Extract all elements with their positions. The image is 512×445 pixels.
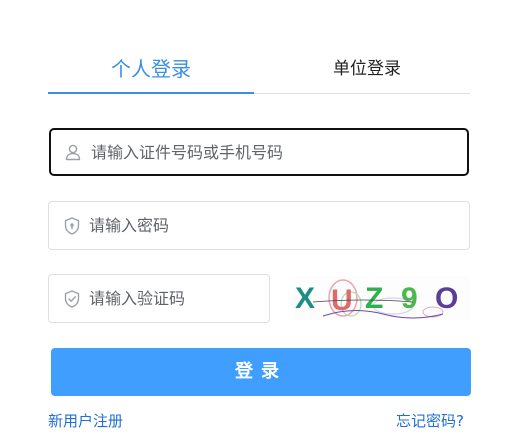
svg-text:9: 9 xyxy=(401,282,418,315)
login-tabs: 个人登录 单位登录 xyxy=(48,52,470,94)
svg-text:Z: Z xyxy=(365,282,383,315)
svg-text:X: X xyxy=(295,282,315,315)
password-input[interactable] xyxy=(89,202,461,249)
shield-lock-icon xyxy=(64,216,80,235)
account-field xyxy=(49,128,469,176)
register-link[interactable]: 新用户注册 xyxy=(48,410,123,431)
captcha-input[interactable] xyxy=(89,275,261,322)
login-button[interactable]: 登录 xyxy=(51,348,471,396)
tab-personal-login[interactable]: 个人登录 xyxy=(48,52,254,92)
forgot-password-link[interactable]: 忘记密码? xyxy=(396,410,464,431)
svg-text:O: O xyxy=(435,282,458,315)
captcha-field xyxy=(48,274,270,323)
shield-check-icon xyxy=(64,289,80,308)
tab-unit-login[interactable]: 单位登录 xyxy=(264,52,470,92)
user-icon xyxy=(65,144,81,161)
captcha-image[interactable]: X U Z 9 O xyxy=(293,276,470,320)
tab-active-indicator xyxy=(48,92,254,94)
password-field xyxy=(48,201,470,250)
account-input[interactable] xyxy=(91,130,459,174)
